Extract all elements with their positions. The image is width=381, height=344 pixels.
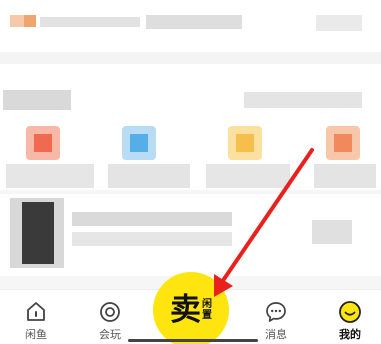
annotation-arrow-icon xyxy=(214,148,314,297)
screen: 闲鱼 会玩 消息 我的 卖 闲 置 xyxy=(0,0,381,344)
